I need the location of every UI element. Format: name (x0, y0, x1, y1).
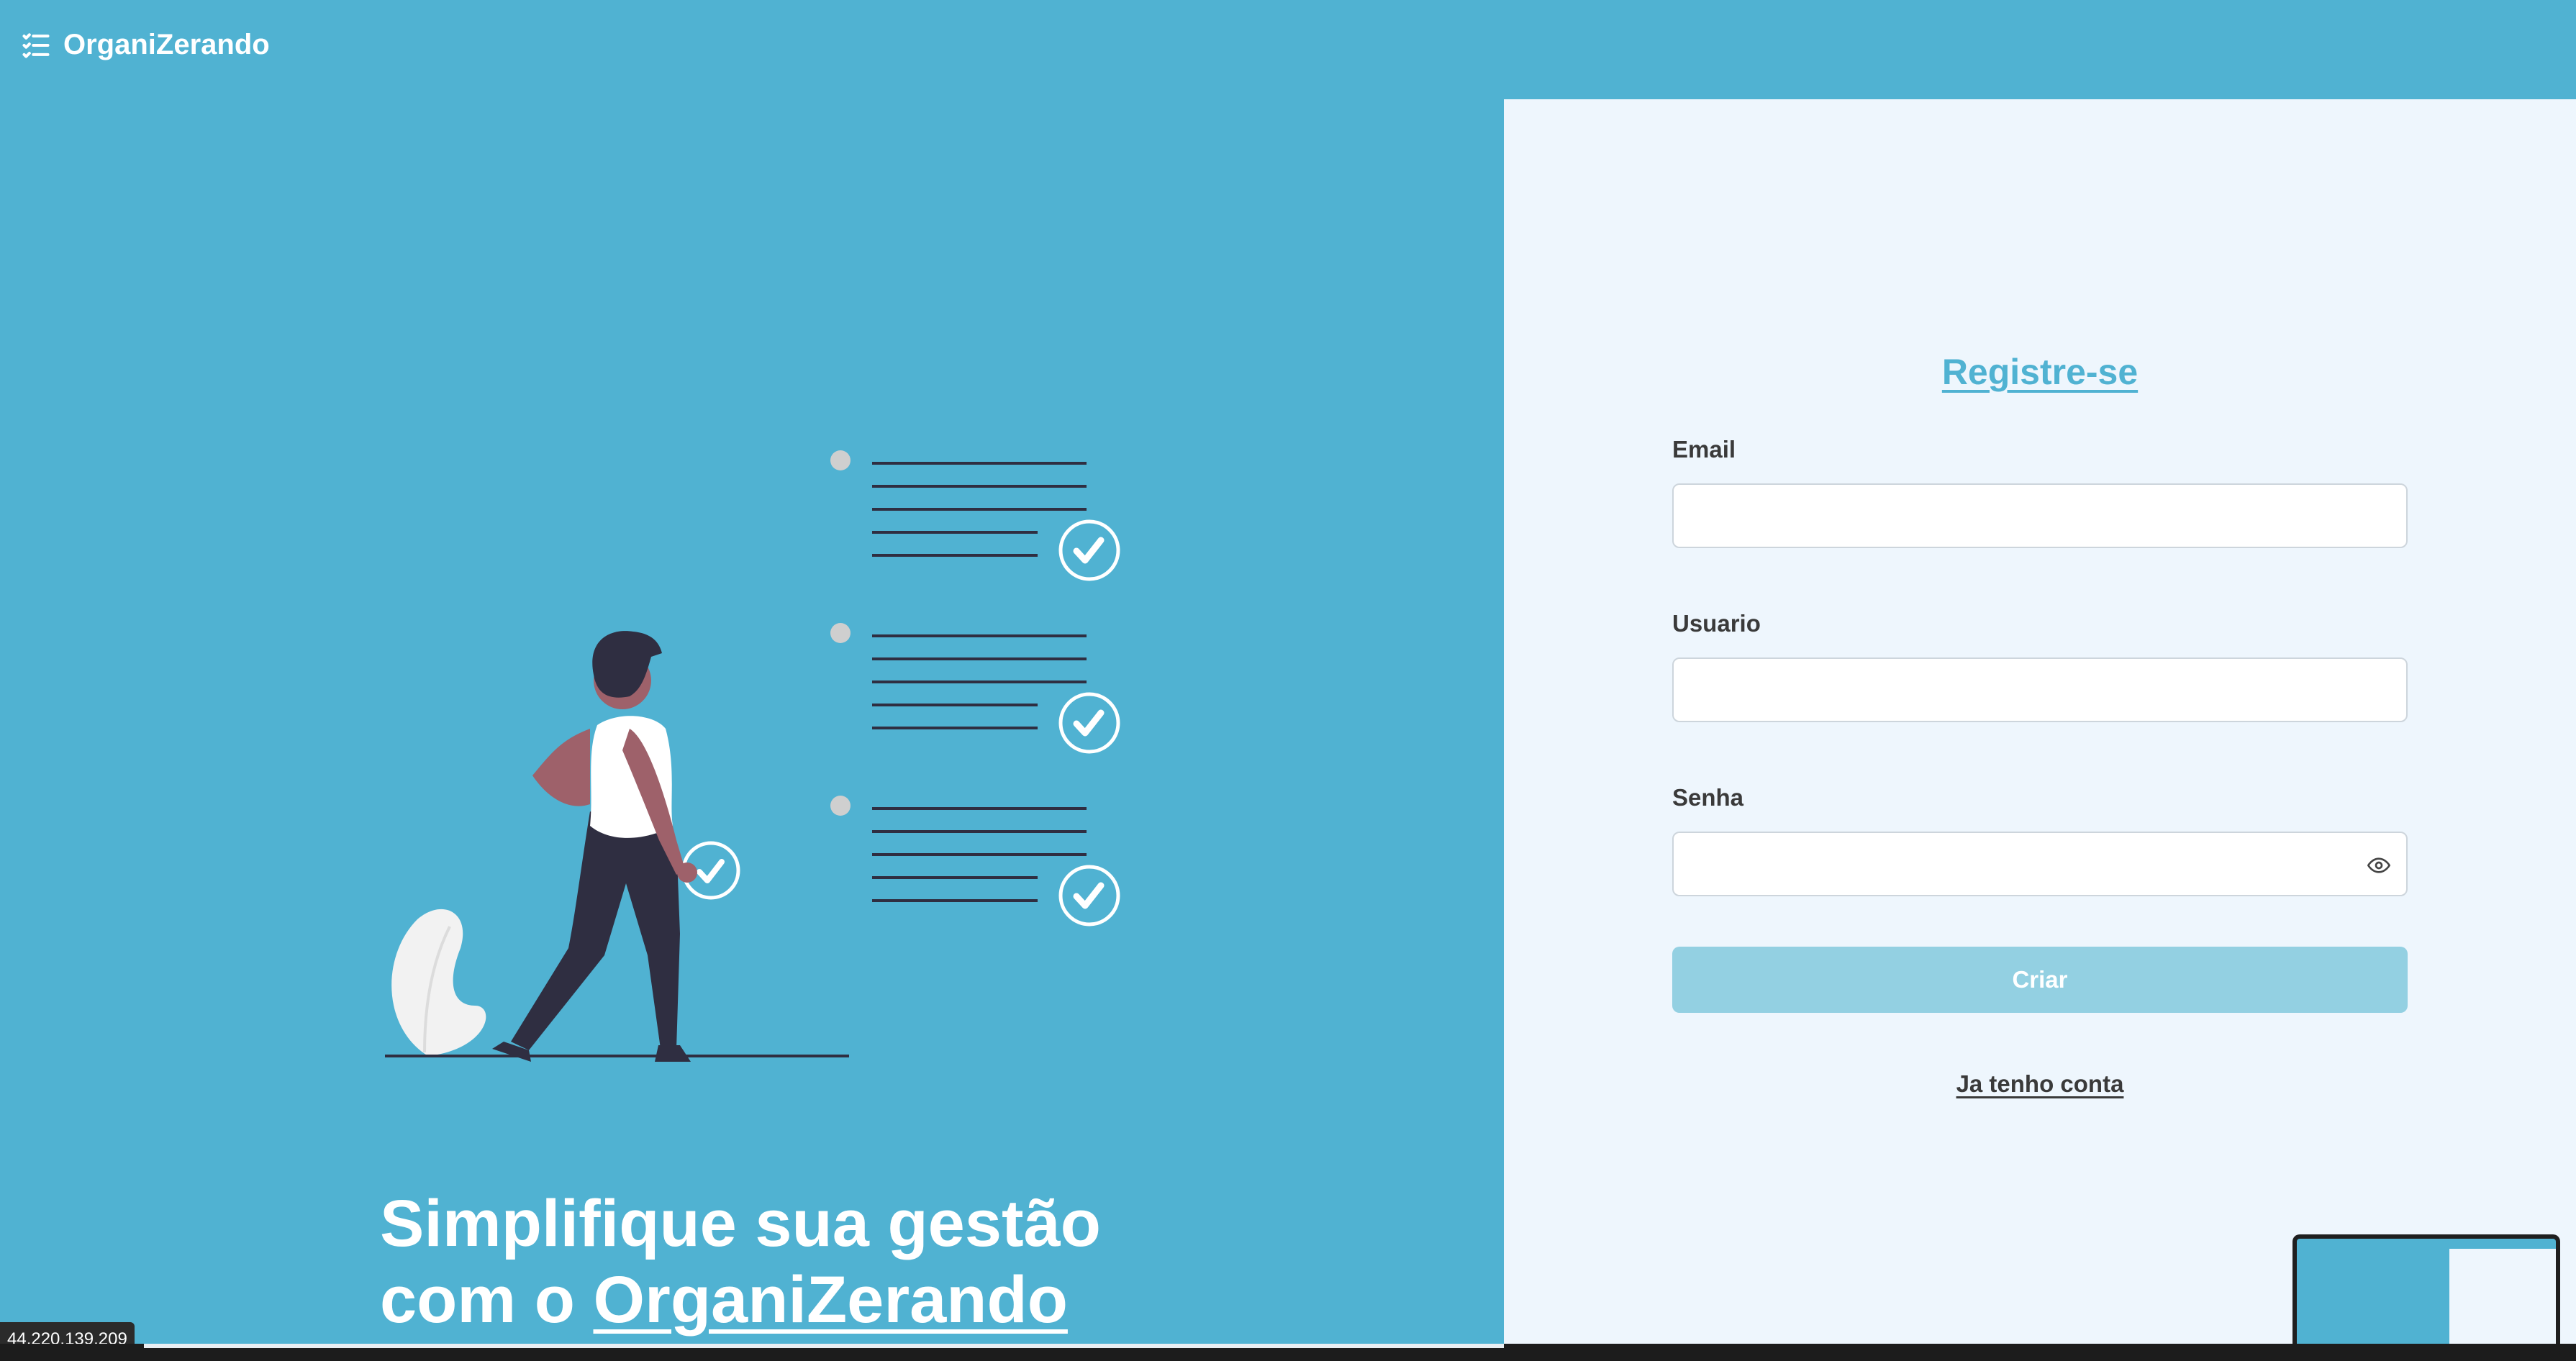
headline-line-2-prefix: com o (380, 1263, 594, 1337)
password-field[interactable] (1674, 833, 2406, 895)
register-title[interactable]: Registre-se (1672, 351, 2408, 393)
email-field-wrapper (1672, 483, 2408, 548)
have-account-link[interactable]: Ja tenho conta (1672, 1070, 2408, 1098)
register-panel: Registre-se Email Usuario Senha Criar Ja… (1504, 99, 2576, 1344)
brand[interactable]: OrganiZerando (20, 29, 270, 61)
checklist-illustration (385, 450, 1120, 1062)
window-preview-thumbnail[interactable] (2292, 1234, 2560, 1361)
password-field-wrapper (1672, 832, 2408, 896)
username-field[interactable] (1674, 659, 2406, 721)
checklist-icon (22, 32, 50, 58)
eye-icon[interactable] (2367, 854, 2390, 877)
email-label: Email (1672, 436, 1736, 463)
register-form: Registre-se Email Usuario Senha Criar Ja… (1672, 351, 2408, 1098)
plant (391, 909, 486, 1056)
scroll-track (144, 1344, 1504, 1348)
person (492, 631, 740, 1062)
headline-line-1: Simplifique sua gestão (380, 1187, 1101, 1260)
username-label: Usuario (1672, 610, 1761, 637)
email-field[interactable] (1674, 485, 2406, 547)
bottom-strip (0, 1344, 2576, 1361)
username-field-wrapper (1672, 657, 2408, 722)
headline-brand: OrganiZerando (593, 1263, 1068, 1337)
create-account-button[interactable]: Criar (1672, 947, 2408, 1013)
checklist-group-1 (830, 450, 1120, 581)
top-bar: OrganiZerando (0, 0, 2576, 99)
hero-headline: Simplifique sua gestão com o OrganiZeran… (380, 1185, 1315, 1338)
brand-name: OrganiZerando (63, 29, 270, 60)
checklist-group-2 (830, 623, 1120, 754)
checklist-group-3 (830, 796, 1120, 927)
password-label: Senha (1672, 784, 1744, 811)
hero-panel: Simplifique sua gestão com o OrganiZeran… (0, 99, 1504, 1344)
